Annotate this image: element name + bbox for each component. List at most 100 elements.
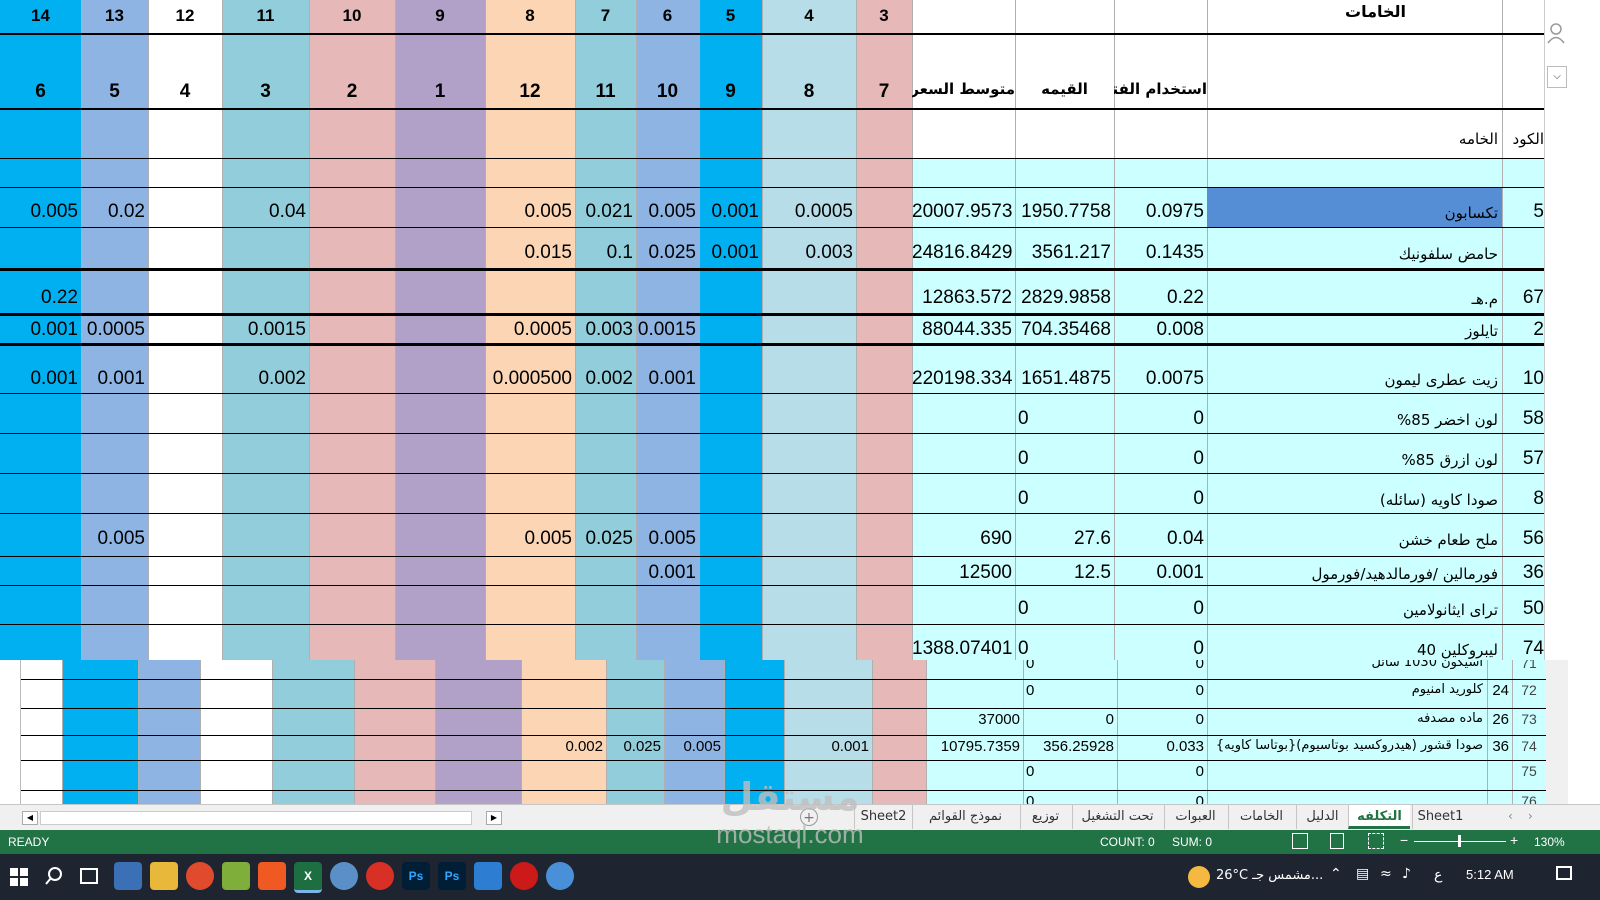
cell-value[interactable]: 0.005 (636, 528, 699, 550)
cell-material-name[interactable]: صودا كاويه (سائله) (1207, 488, 1502, 512)
cell-usage[interactable]: 0.0075 (1114, 368, 1207, 390)
hscroll-left-icon[interactable]: ◀ (22, 811, 38, 825)
cell-code[interactable]: 56 (1502, 528, 1544, 550)
cell-code[interactable]: 36 (1502, 562, 1544, 584)
cell-usage[interactable]: 0 (1114, 408, 1207, 430)
cell-value-amount[interactable]: 1950.7758 (1015, 201, 1114, 223)
zoom-out-icon[interactable]: − (1400, 832, 1408, 848)
cell-value[interactable]: 0.005 (485, 201, 575, 223)
cell-value[interactable]: 0.003 (575, 319, 636, 341)
vertical-scrollbar[interactable] (1546, 660, 1568, 804)
photoshop-icon-2[interactable]: Ps (438, 862, 466, 890)
cell-usage-lower[interactable]: 0 (1117, 711, 1207, 729)
cell-value-amount-lower[interactable]: 0 (1023, 763, 1117, 781)
page-layout-icon[interactable] (1330, 833, 1344, 849)
cell-usage-lower[interactable]: 0 (1117, 682, 1207, 700)
cell-code[interactable] (1502, 242, 1544, 264)
sheet-tab[interactable]: Sheet1 (1412, 805, 1468, 829)
cell-usage[interactable]: 0.1435 (1114, 242, 1207, 264)
cell-value-amount[interactable]: 0 (1015, 598, 1114, 620)
cell-usage[interactable]: 0.22 (1114, 287, 1207, 309)
cell-value[interactable]: 0.0015 (636, 319, 699, 341)
cell-usage[interactable]: 0 (1114, 448, 1207, 470)
cell-value[interactable]: 0.001 (636, 368, 699, 390)
cell-code[interactable]: 10 (1502, 368, 1544, 390)
cell-material-name-lower[interactable]: اسيكون 1030 سائل (1207, 660, 1487, 673)
cell-code-lower[interactable] (1487, 660, 1512, 673)
cell-code-lower[interactable]: 26 (1487, 711, 1512, 729)
cell-material-name[interactable]: ملح طعام خشن (1207, 528, 1502, 552)
cell-material-name-lower[interactable] (1207, 793, 1487, 804)
cell-material-name[interactable]: فورمالين /فورمالدهيد/فورمول (1207, 562, 1502, 586)
normal-view-icon[interactable] (1292, 833, 1308, 849)
cell-code[interactable]: 50 (1502, 598, 1544, 620)
cell-material-name[interactable]: تكسابون (1207, 188, 1502, 227)
cell-value-amount-lower[interactable]: 0 (1023, 682, 1117, 700)
cell-value[interactable]: 0.001 (636, 562, 699, 584)
volume-icon[interactable]: ♪ (1402, 866, 1411, 882)
user-icon[interactable] (1547, 22, 1565, 44)
cell-value[interactable]: 0.015 (485, 242, 575, 264)
cell-value[interactable]: 0.002 (575, 368, 636, 390)
cell-value-amount[interactable]: 0 (1015, 638, 1114, 660)
cell-avg-price[interactable]: 12500 (912, 562, 1015, 584)
cell-usage[interactable]: 0 (1114, 598, 1207, 620)
tab-nav-left-icon[interactable]: ‹ (1508, 809, 1522, 823)
cell-value[interactable]: 0.001 (0, 319, 81, 341)
cell-value[interactable]: 0.001 (81, 368, 148, 390)
sheet-tab[interactable]: الخامات (1228, 805, 1294, 829)
cell-material-name[interactable]: لون ازرق 85% (1207, 448, 1502, 472)
cell-value-amount-lower[interactable]: 356.25928 (1023, 738, 1117, 756)
clock[interactable]: 5:12 AM (1466, 867, 1514, 882)
cell-value-lower[interactable]: 0.001 (784, 738, 872, 756)
cell-value[interactable]: 0.005 (81, 528, 148, 550)
wifi-icon[interactable]: ≈ (1380, 866, 1392, 882)
weather-icon[interactable] (1188, 866, 1210, 888)
cell-value-amount[interactable]: 12.5 (1015, 562, 1114, 584)
sheet-tab[interactable]: تحت التشغيل (1072, 805, 1162, 829)
cell-avg-price[interactable]: 1388.07401 (912, 638, 1015, 660)
notifications-icon[interactable] (1556, 866, 1572, 880)
cell-material-name[interactable]: تراى ايثانولامين (1207, 598, 1502, 622)
hscroll-right-icon[interactable]: ▶ (486, 811, 502, 825)
cell-material-name-lower[interactable] (1207, 763, 1487, 781)
app-icon-2[interactable] (222, 862, 250, 890)
cell-value-amount[interactable]: 0 (1015, 448, 1114, 470)
cell-value[interactable]: 0.025 (575, 528, 636, 550)
sheet-tab[interactable]: التكلفه (1348, 805, 1410, 829)
cell-value-lower[interactable]: 0.025 (606, 738, 664, 756)
cell-value[interactable]: 0.22 (0, 287, 81, 309)
cell-material-name-lower[interactable]: صودا قشور (هيدروكسيد بوتاسيوم){بوتاسا كا… (1207, 738, 1487, 756)
cell-value-amount-lower[interactable]: 0 (1023, 793, 1117, 804)
cell-value-amount[interactable]: 1651.4875 (1015, 368, 1114, 390)
cell-code-lower[interactable]: 36 (1487, 738, 1512, 756)
page-break-icon[interactable] (1368, 833, 1384, 849)
cell-usage[interactable]: 0.001 (1114, 562, 1207, 584)
cell-avg-price[interactable]: 24816.8429 (912, 242, 1015, 264)
cell-value[interactable]: 0.003 (762, 242, 856, 264)
file-explorer-icon[interactable] (150, 862, 178, 890)
cell-value-amount[interactable]: 0 (1015, 488, 1114, 510)
zoom-level[interactable]: 130% (1534, 835, 1565, 849)
sheet-tab[interactable]: نموذج القوائم (912, 805, 1018, 829)
cell-usage[interactable]: 0.04 (1114, 528, 1207, 550)
cell-code[interactable]: 8 (1502, 488, 1544, 510)
cell-value[interactable]: 0.0005 (762, 201, 856, 223)
zoom-slider-thumb[interactable] (1458, 835, 1461, 847)
cell-usage[interactable]: 0 (1114, 488, 1207, 510)
add-sheet-icon[interactable]: + (800, 808, 818, 826)
cell-usage-lower[interactable]: 0 (1117, 660, 1207, 673)
cell-usage[interactable]: 0.008 (1114, 319, 1207, 341)
cell-material-name[interactable]: م.هـ (1207, 287, 1502, 311)
cell-code[interactable]: 67 (1502, 287, 1544, 309)
cell-code[interactable]: 2 (1502, 319, 1544, 341)
chrome-icon[interactable] (366, 862, 394, 890)
app-icon-red[interactable] (186, 862, 214, 890)
cell-usage[interactable]: 0 (1114, 638, 1207, 660)
cell-material-name[interactable]: لون اخضر 85% (1207, 408, 1502, 432)
cell-code[interactable]: 74 (1502, 638, 1544, 660)
cell-value[interactable]: 0.025 (636, 242, 699, 264)
cell-avg-price[interactable]: 690 (912, 528, 1015, 550)
app-icon-1[interactable] (114, 862, 142, 890)
cell-code[interactable]: 5 (1502, 201, 1544, 223)
